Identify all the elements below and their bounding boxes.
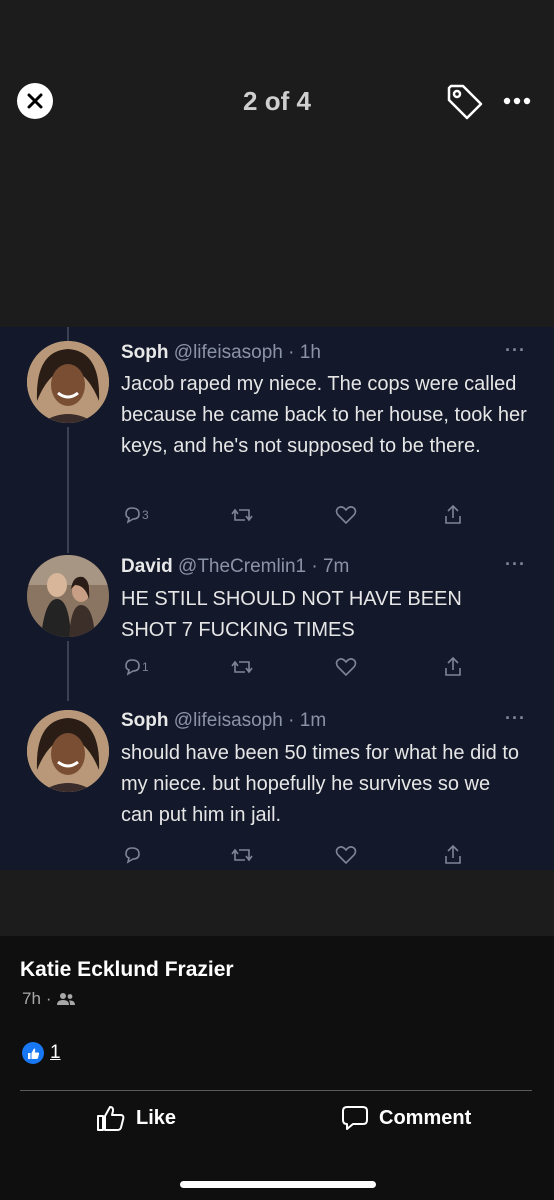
meta-separator: · xyxy=(45,989,52,1008)
tweet-author-name: Soph xyxy=(121,710,169,731)
tweet-handle: @lifeisasoph xyxy=(173,710,283,731)
tweet-text: Jacob raped my niece. The cops were call… xyxy=(121,373,527,457)
tweet-time: · 1h xyxy=(288,342,321,363)
post-author-name[interactable]: Katie Ecklund Frazier xyxy=(20,958,234,982)
tweet-more-icon: ··· xyxy=(505,554,526,574)
retweet-action xyxy=(231,845,253,865)
share-action xyxy=(443,656,463,678)
friends-icon xyxy=(56,993,75,1005)
like-action xyxy=(335,657,357,677)
post-time[interactable]: 7h xyxy=(22,989,41,1009)
tag-button[interactable] xyxy=(445,82,485,122)
viewer-top-bar: 2 of 4 xyxy=(0,0,554,200)
tweet-handle: @lifeisasoph xyxy=(173,342,283,363)
heart-icon xyxy=(335,506,357,525)
like-action xyxy=(335,505,357,525)
reply-icon xyxy=(125,507,140,524)
retweet-action xyxy=(231,505,253,525)
like-label: Like xyxy=(136,1106,177,1129)
tweet-text: should have been 50 times for what he di… xyxy=(121,742,520,826)
like-button[interactable]: Like xyxy=(96,1104,176,1132)
tweet-header: David @TheCremlin1 · 7m xyxy=(121,556,349,578)
tweet-more-icon: ··· xyxy=(505,708,526,728)
thread-line xyxy=(67,641,69,701)
retweet-action xyxy=(231,657,253,677)
tweet-text: HE STILL SHOULD NOT HAVE BEEN SHOT 7 FUC… xyxy=(121,588,462,641)
tweet-handle: @TheCremlin1 xyxy=(178,556,307,577)
tweet-author-name: Soph xyxy=(121,342,169,363)
reaction-count[interactable]: 1 xyxy=(50,1042,61,1064)
tweet-more-icon: ··· xyxy=(505,340,526,360)
heart-icon xyxy=(335,846,357,865)
thread-line xyxy=(67,427,69,553)
more-horizontal-icon xyxy=(503,97,531,105)
tweet-time: · 7m xyxy=(311,556,350,577)
more-options-button[interactable] xyxy=(503,86,531,106)
reply-icon xyxy=(125,847,140,864)
tweet-header: Soph @lifeisasoph · 1h xyxy=(121,342,321,364)
tweet-author-name: David xyxy=(121,556,173,577)
reply-count: 1 xyxy=(142,660,149,674)
post-meta: 7h · xyxy=(22,989,75,1009)
avatar xyxy=(27,555,109,637)
like-reaction-icon xyxy=(22,1042,44,1064)
avatar xyxy=(27,341,109,423)
reply-icon xyxy=(125,659,140,676)
thread-line xyxy=(67,327,69,341)
heart-icon xyxy=(335,658,357,677)
share-icon xyxy=(445,844,461,864)
share-icon xyxy=(445,504,461,524)
retweet-icon xyxy=(231,660,253,674)
avatar xyxy=(27,710,109,792)
reply-action xyxy=(122,845,142,865)
reply-action: 1 xyxy=(122,657,149,677)
like-action xyxy=(335,845,357,865)
home-indicator[interactable] xyxy=(180,1181,376,1188)
reply-action: 3 xyxy=(122,505,149,525)
comment-label: Comment xyxy=(379,1106,472,1129)
reply-count: 3 xyxy=(142,508,149,522)
tweet-header: Soph @lifeisasoph · 1m xyxy=(121,710,326,732)
retweet-icon xyxy=(231,848,253,862)
comment-icon xyxy=(342,1106,368,1130)
tweet-time: · 1m xyxy=(288,710,327,731)
retweet-icon xyxy=(231,508,253,522)
tag-icon xyxy=(447,84,483,120)
reactions-summary[interactable]: 1 xyxy=(22,1042,61,1064)
share-icon xyxy=(445,656,461,676)
divider xyxy=(20,1090,532,1091)
photo: Soph @lifeisasoph · 1h ··· Jacob raped m… xyxy=(0,327,554,870)
share-action xyxy=(443,504,463,526)
share-action xyxy=(443,844,463,866)
comment-button[interactable]: Comment xyxy=(341,1104,471,1132)
thumbs-up-icon xyxy=(97,1106,125,1131)
